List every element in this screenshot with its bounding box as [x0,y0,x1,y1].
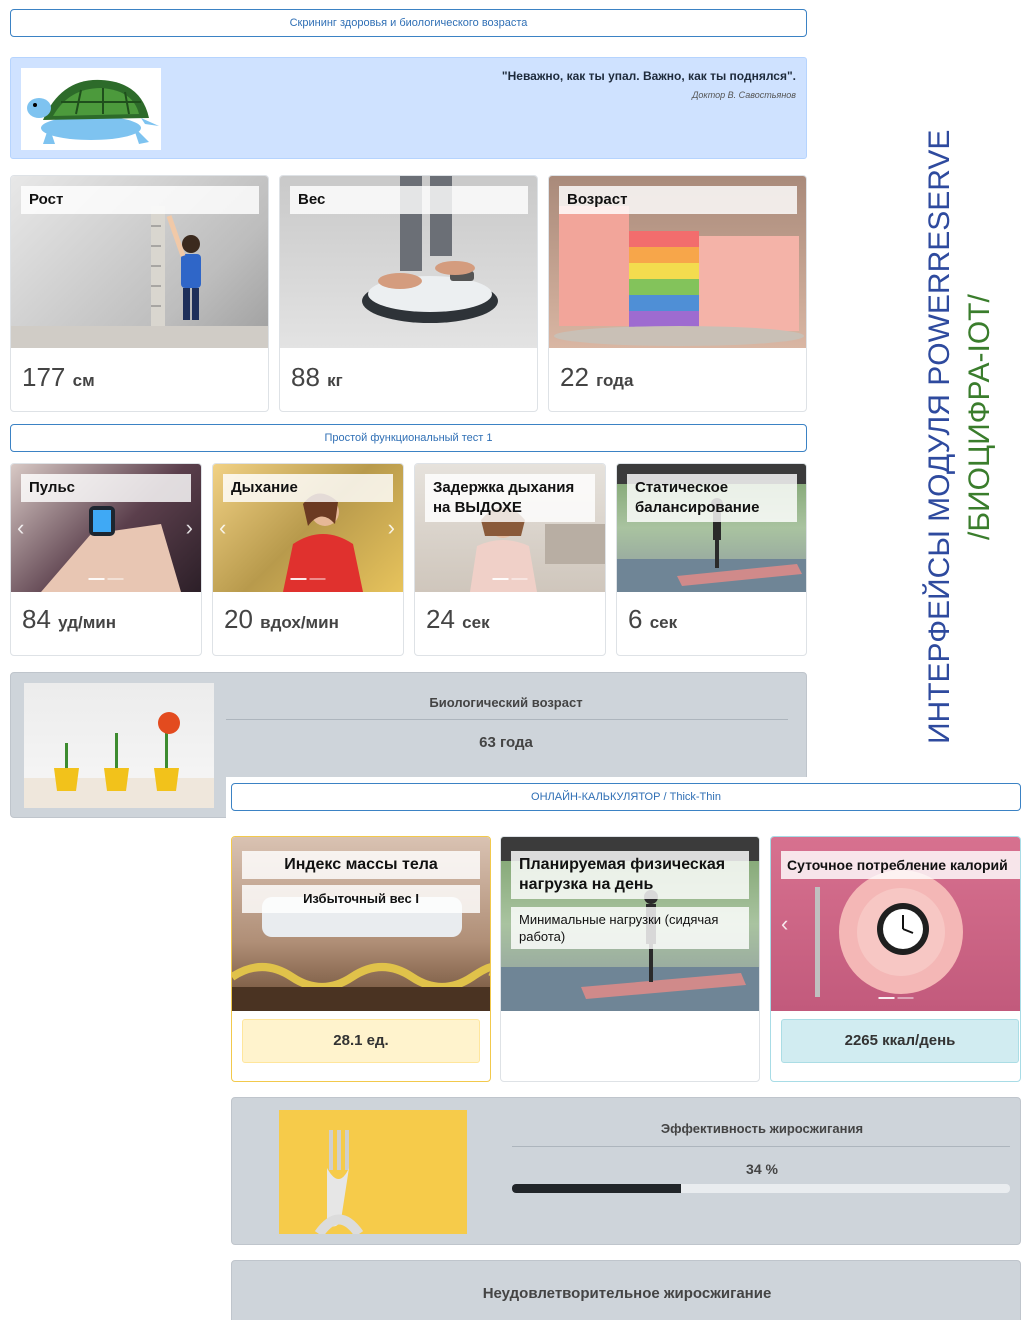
calories-value-badge: 2265 ккал/день [781,1019,1019,1063]
activity-level: Минимальные нагрузки (сидячая работа) [511,907,749,949]
bmi-title: Индекс массы тела [242,851,480,879]
fat-burn-verdict-panel: Неудовлетворительное жиросжигание [231,1260,1021,1320]
fat-burn-divider [512,1146,1010,1147]
screening-header[interactable]: Скрининг здоровья и биологического возра… [10,9,807,37]
metric-unit: года [596,371,634,390]
chevron-right-icon[interactable]: › [186,515,193,541]
fat-burn-progress-fill [512,1184,682,1193]
test-card-breathing[interactable]: ‹ › Дыхание 20 вдох/мин [212,463,404,656]
carousel-indicators[interactable] [492,578,528,580]
test-card-breath-hold[interactable]: Задержка дыхания на ВЫДОХЕ 24 сек [414,463,606,656]
test-value: 24 сек [426,604,490,634]
bmi-value-badge: 28.1 ед. [242,1019,480,1063]
bmi-card[interactable]: Индекс массы тела Избыточный вес I 28.1 … [231,836,491,1082]
fat-burn-value: 34 % [746,1161,778,1177]
functional-test-header[interactable]: Простой функциональный тест 1 [10,424,807,452]
metric-unit: см [72,371,95,390]
fat-burn-title: Эффективность жиросжигания [660,1121,864,1136]
fat-burn-panel: Эффективность жиросжигания 34 % [231,1097,1021,1245]
quote-author: Доктор В. Савостьянов [692,90,796,100]
test-card-pulse[interactable]: ‹ › Пульс 84 уд/мин [10,463,202,656]
metric-value: 22 года [560,362,634,392]
activity-title: Планируемая физическая нагрузка на день [511,851,749,899]
bmi-unit: ед. [366,1032,389,1049]
metric-title: Рост [21,186,259,214]
metric-value: 177 см [22,362,95,392]
fat-burn-progress [512,1184,1010,1193]
test-value: 6 сек [628,604,678,634]
chevron-left-icon[interactable]: ‹ [219,515,226,541]
side-title-line1: ИНТЕРФЕЙСЫ МОДУЛЯ POWERRESERVE [922,130,956,744]
test-title: Дыхание [223,474,393,502]
metric-title: Вес [290,186,528,214]
test-unit: вдох/мин [260,613,339,632]
chevron-left-icon[interactable]: ‹ [17,515,24,541]
carousel-indicators[interactable] [290,578,326,580]
bmi-category: Избыточный вес I [242,885,480,913]
chevron-right-icon[interactable]: › [388,515,395,541]
fat-burn-verdict: Неудовлетворительное жиросжигание [482,1285,772,1302]
test-title: Задержка дыхания на ВЫДОХЕ [425,474,595,522]
test-unit: уд/мин [58,613,116,632]
carousel-indicators[interactable] [878,997,913,999]
calculator-header[interactable]: ОНЛАЙН-КАЛЬКУЛЯТОР / Thick-Thin [231,783,1021,811]
quote-banner: "Неважно, как ты упал. Важно, как ты под… [10,57,807,159]
test-title: Пульс [21,474,191,502]
metric-value: 88 кг [291,362,343,392]
metric-unit: кг [327,371,343,390]
calories-title: Суточное потребление калорий [781,851,1020,879]
calories-unit: ккал/день [882,1032,956,1049]
activity-card[interactable]: Планируемая физическая нагрузка на день … [500,836,760,1082]
bio-age-divider [226,719,788,720]
metric-title: Возраст [559,186,797,214]
test-unit: сек [649,613,678,632]
carousel-indicators[interactable] [88,578,124,580]
side-title: ИНТЕРФЕЙСЫ МОДУЛЯ POWERRESERVE /БИОЦИФРА… [905,20,1015,760]
test-value: 20 вдох/мин [224,604,339,634]
test-value: 84 уд/мин [22,604,116,634]
metric-card-height[interactable]: Рост 177 см [10,175,269,412]
test-unit: сек [462,613,490,632]
side-title-line2: /БИОЦИФРА-IOT/ [963,294,996,540]
test-title: Статическое балансирование [627,474,797,522]
test-card-balance[interactable]: Статическое балансирование 6 сек [616,463,807,656]
tape-measure-photo [279,1110,467,1238]
bio-age-value: 63 года [479,734,533,751]
chevron-left-icon[interactable]: ‹ [781,911,788,937]
quote-text: "Неважно, как ты упал. Важно, как ты под… [501,69,796,83]
calories-card[interactable]: ‹ Суточное потребление калорий 2265 ккал… [770,836,1021,1082]
turtle-image [21,68,161,150]
metric-card-weight[interactable]: Вес 88 кг [279,175,538,412]
metric-card-age[interactable]: Возраст 22 года [548,175,807,412]
flowers-photo [24,683,214,808]
bio-age-title: Биологический возраст [429,695,583,710]
